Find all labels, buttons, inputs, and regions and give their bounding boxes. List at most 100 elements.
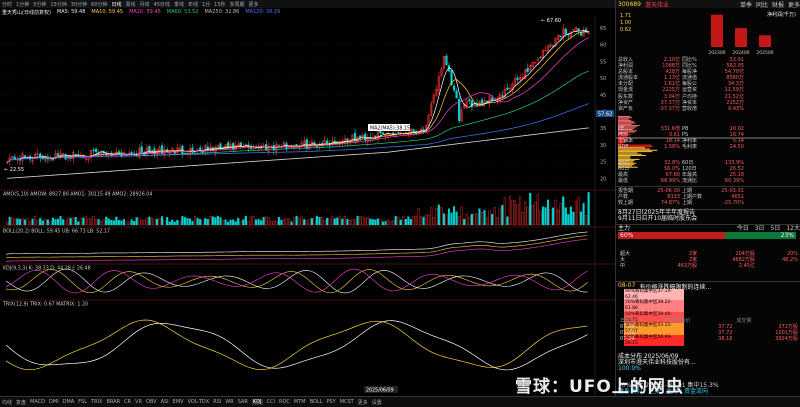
boll-upper-line <box>5 231 588 255</box>
indicator-tab[interactable]: 均线 <box>2 399 12 406</box>
fund-flow-tab[interactable]: 3日 <box>755 225 765 232</box>
period-tab[interactable]: 5分钟 <box>33 1 46 8</box>
period-tab[interactable]: 60分钟 <box>91 1 107 8</box>
y-tick: 30 <box>600 143 606 149</box>
volume-bar <box>89 218 93 226</box>
indicator-tab[interactable]: MTM <box>294 399 306 405</box>
ma60-legend: MA60: 53.52 <box>166 9 199 15</box>
volume-bar <box>513 200 517 226</box>
chip-bar <box>618 119 632 121</box>
side-tab[interactable]: 单季 <box>740 0 752 9</box>
period-tab[interactable]: 多周期 <box>230 1 245 8</box>
indicator-tab[interactable]: BOLL <box>310 399 323 405</box>
indicator-tab[interactable]: KDJ <box>251 399 263 405</box>
period-tab[interactable]: 15秒 <box>214 1 225 8</box>
indicator-tab[interactable]: CR <box>124 399 131 405</box>
period-tab[interactable]: 1分钟 <box>16 1 29 8</box>
holder-label: 较上期 <box>618 200 634 207</box>
period-tab[interactable]: 15分钟 <box>50 1 66 8</box>
indicator-tab[interactable]: DMI <box>49 399 59 405</box>
indicator-tab[interactable]: CCI <box>267 399 275 405</box>
indicator-tab[interactable]: ROC <box>279 399 290 405</box>
candle <box>452 85 456 91</box>
period-tab[interactable]: 更多 <box>249 1 259 8</box>
indicator-tab[interactable]: OBV <box>146 399 157 405</box>
period-tab[interactable]: 日线 <box>112 1 122 8</box>
indicator-tab[interactable]: VOL-TDX <box>188 399 210 405</box>
volume-bar <box>239 221 242 226</box>
volume-bar <box>452 206 456 226</box>
volume-bar <box>491 213 494 226</box>
ratio2-label: 流通比 <box>682 178 698 185</box>
indicator-tab[interactable]: FSL <box>78 399 87 405</box>
fund-flow-tab[interactable]: 今日 <box>737 225 749 232</box>
indicator-tab[interactable]: RSI <box>213 399 221 405</box>
candle <box>506 87 509 90</box>
volume-bar <box>427 214 430 226</box>
candle <box>285 143 288 149</box>
volume-bar <box>440 206 443 226</box>
indicator-tab[interactable]: BRAR <box>106 399 120 405</box>
period-tab[interactable]: 月线 <box>140 1 150 8</box>
footer-link[interactable]: 资金流向 <box>684 389 708 395</box>
table-row[interactable]: 07-24 38.16 3924万股 <box>618 336 800 342</box>
volume-bar <box>148 216 151 226</box>
indicator-tab[interactable]: 复盘 <box>16 399 26 406</box>
fund-flow-table: 超大 2家 204万股 20% 大 2家 4882万股 48.2% 中 463万股 2.45亿 <box>616 251 800 269</box>
volume-bar <box>399 219 402 226</box>
period-tab[interactable]: 45日线 <box>154 1 170 8</box>
period-tab[interactable]: 季线 <box>174 1 184 8</box>
news-item[interactable]: 9月11日召开10届临时股东会 <box>618 216 800 222</box>
fund-flow-tab[interactable]: 12大 <box>786 225 800 232</box>
side-tab[interactable]: 财报 <box>772 0 784 9</box>
volume-bar <box>193 216 197 226</box>
table-row[interactable]: 中 463万股 2.45亿 <box>618 263 800 269</box>
volume-bar <box>290 221 293 226</box>
fund-flow-tab[interactable]: 5日 <box>771 225 781 232</box>
volume-bar <box>133 221 136 226</box>
indicator-tab[interactable]: DMA <box>63 399 75 405</box>
fundamental-label: 营收增 <box>682 105 698 112</box>
period-tab[interactable]: 30分钟 <box>71 1 87 8</box>
indicator-tab[interactable]: MACD <box>30 399 45 405</box>
indicator-tab[interactable]: ASI <box>161 399 169 405</box>
candle <box>140 146 143 152</box>
volume-bar <box>585 215 588 226</box>
indicator-tab[interactable]: TRIX <box>91 399 102 405</box>
volume-bar <box>320 216 324 226</box>
eps-label: 净利润(千万) <box>767 12 796 18</box>
indicator-tab[interactable]: PSY <box>326 399 335 405</box>
candle <box>92 149 95 152</box>
volume-bar <box>16 218 19 226</box>
indicator-tab[interactable]: SAR <box>238 399 248 405</box>
indicator-tab[interactable]: VR <box>135 399 142 405</box>
indicator-tab[interactable]: EMV <box>173 399 184 405</box>
indicator-tab[interactable]: 更多 <box>358 399 368 406</box>
volume-bar <box>97 219 100 226</box>
kline-chart[interactable]: 65605550454035302520← 67.60← 22.55MA2(MA… <box>0 0 615 396</box>
side-panel: 300689 澄天伟业 单季 同比 财报 更多 202306 202406 2025… <box>615 0 800 396</box>
side-tab[interactable]: 同比 <box>756 0 768 9</box>
volume-bar <box>341 218 344 226</box>
indicator-tab[interactable]: MCST <box>340 399 354 405</box>
fund-flow-title: 主力 <box>618 225 631 232</box>
period-tab[interactable]: 分时 <box>2 1 12 8</box>
volume-bar <box>69 217 72 226</box>
indicator-tab[interactable]: WR <box>225 399 233 405</box>
candle <box>381 132 385 135</box>
indicator-tab[interactable]: 设置 <box>372 399 382 406</box>
volume-bar <box>59 216 62 226</box>
volume-bar <box>265 216 268 226</box>
holder-value: -25.70% <box>723 200 744 207</box>
volume-bar <box>574 200 578 226</box>
eps-value: 0.62 <box>620 27 631 33</box>
period-tab[interactable]: 周线 <box>126 1 136 8</box>
volume-bar <box>112 220 115 226</box>
volume-bar <box>82 217 85 226</box>
volume-bar <box>508 195 511 226</box>
side-tab[interactable]: 更多 <box>788 0 800 9</box>
period-tab[interactable]: 年线 <box>188 1 198 8</box>
period-tab[interactable]: 1分 <box>202 1 210 8</box>
candle <box>305 139 308 149</box>
holder-label: 上期 <box>682 200 693 207</box>
